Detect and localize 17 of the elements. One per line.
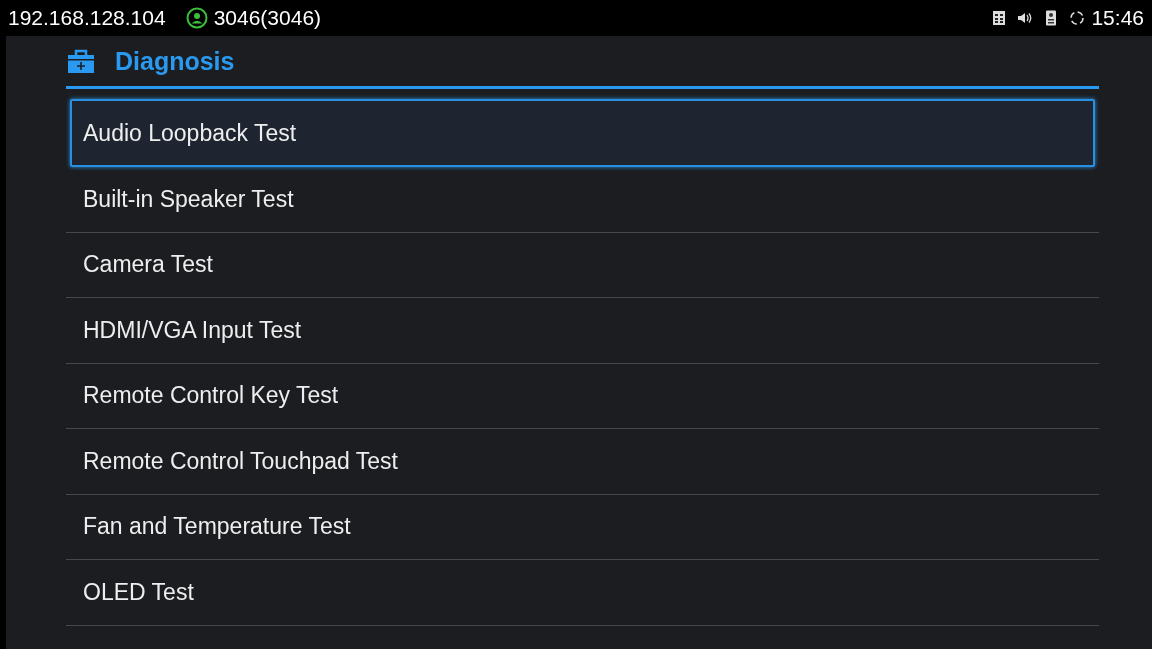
menu-item[interactable]: Audio Loopback Test bbox=[70, 99, 1095, 167]
account-icon bbox=[185, 7, 208, 29]
page-title: Diagnosis bbox=[115, 46, 235, 76]
toolbox-icon bbox=[68, 49, 94, 73]
menu-item[interactable]: Camera Test bbox=[66, 232, 1099, 298]
menu-item[interactable]: Fan and Temperature Test bbox=[66, 494, 1099, 560]
menu-item[interactable]: Remote Control Key Test bbox=[66, 363, 1099, 429]
ip-address: 192.168.128.104 bbox=[8, 6, 166, 30]
speaker-icon bbox=[1017, 10, 1034, 26]
menu-item[interactable]: HDMI/VGA Input Test bbox=[66, 298, 1099, 364]
loading-icon bbox=[1069, 10, 1086, 26]
keypad-icon bbox=[991, 10, 1008, 26]
menu-item[interactable]: Built-in Speaker Test bbox=[66, 167, 1099, 233]
clock: 15:46 bbox=[1091, 6, 1144, 30]
account-number: 3046(3046) bbox=[213, 6, 322, 30]
menu-item[interactable]: Remote Control Touchpad Test bbox=[66, 429, 1099, 495]
menu-item[interactable]: OLED Test bbox=[66, 560, 1099, 626]
